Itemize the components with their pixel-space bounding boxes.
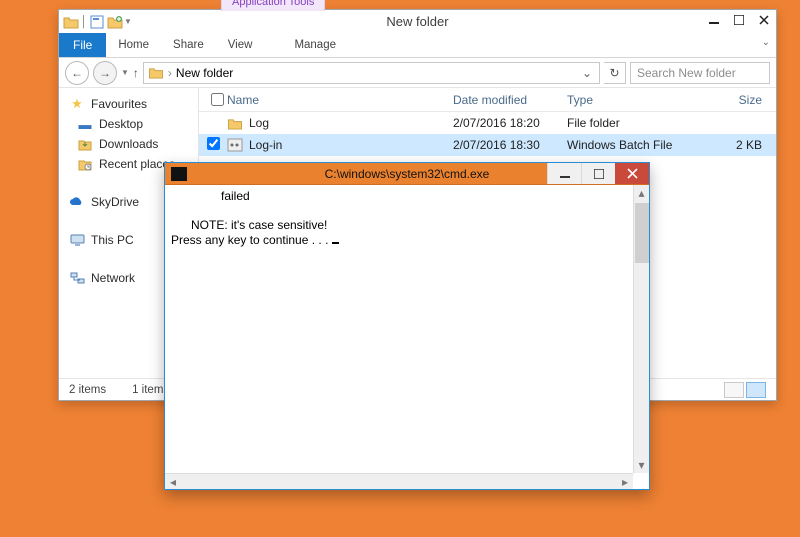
col-type[interactable]: Type: [567, 93, 679, 107]
file-type: File folder: [567, 116, 679, 130]
nav-desktop[interactable]: ▬ Desktop: [63, 114, 194, 134]
status-count: 2 items: [69, 384, 106, 396]
nav-label: Desktop: [99, 117, 143, 131]
nav-label: Network: [91, 271, 135, 285]
network-icon: [69, 270, 85, 286]
cmd-minimize-button[interactable]: [547, 163, 581, 184]
minimize-button[interactable]: [701, 10, 726, 30]
file-date: 2/07/2016 18:20: [453, 116, 567, 130]
computer-icon: [69, 232, 85, 248]
window-title: New folder: [59, 14, 776, 29]
search-placeholder: Search New folder: [637, 66, 736, 80]
scroll-thumb[interactable]: [635, 203, 649, 263]
explorer-title-bar[interactable]: Application Tools │ ▼ New folder: [59, 10, 776, 33]
breadcrumb-current[interactable]: New folder: [176, 66, 233, 80]
cmd-output[interactable]: failed NOTE: it's case sensitive! Press …: [165, 185, 649, 489]
folder-icon: [227, 115, 243, 131]
maximize-button[interactable]: [726, 10, 751, 30]
desktop-icon: ▬: [77, 116, 93, 132]
contextual-tab-label: Application Tools: [221, 0, 325, 11]
file-row[interactable]: Log-in 2/07/2016 18:30 Windows Batch Fil…: [199, 134, 776, 156]
scroll-up-icon[interactable]: ▴: [634, 185, 649, 201]
scroll-right-icon[interactable]: ▸: [617, 475, 633, 489]
qat-separator: │: [81, 15, 87, 29]
file-row[interactable]: Log 2/07/2016 18:20 File folder: [199, 112, 776, 134]
file-name: Log: [249, 116, 269, 130]
forward-button[interactable]: →: [93, 61, 117, 85]
col-name[interactable]: Name: [227, 93, 453, 107]
close-button[interactable]: [751, 10, 776, 30]
address-bar[interactable]: › New folder ⌄: [143, 62, 600, 84]
refresh-button[interactable]: ↻: [604, 62, 626, 84]
tab-share[interactable]: Share: [161, 33, 216, 57]
scroll-down-icon[interactable]: ▾: [634, 457, 649, 473]
col-size[interactable]: Size: [679, 93, 776, 107]
cmd-window: C:\windows\system32\cmd.exe failed NOTE:…: [164, 162, 650, 490]
expand-ribbon-icon[interactable]: ⌄: [762, 37, 770, 48]
select-all-checkbox[interactable]: [211, 93, 224, 106]
star-icon: ★: [69, 96, 85, 112]
cmd-horizontal-scrollbar[interactable]: ◂ ▸: [165, 473, 633, 489]
downloads-icon: [77, 136, 93, 152]
properties-icon[interactable]: [89, 14, 105, 30]
back-button[interactable]: ←: [65, 61, 89, 85]
col-date[interactable]: Date modified: [453, 93, 567, 107]
column-headers: Name Date modified Type Size: [199, 88, 776, 112]
search-input[interactable]: Search New folder: [630, 62, 770, 84]
cmd-cursor: [332, 242, 339, 244]
folder-icon: [63, 14, 79, 30]
batch-file-icon: [227, 137, 243, 153]
cmd-close-button[interactable]: [615, 163, 649, 184]
nav-label: Favourites: [91, 97, 147, 111]
address-dropdown[interactable]: ⌄: [579, 66, 595, 80]
tab-home[interactable]: Home: [106, 33, 161, 57]
new-folder-icon[interactable]: [107, 14, 123, 30]
nav-favourites[interactable]: ★ Favourites: [63, 94, 194, 114]
nav-label: This PC: [91, 233, 134, 247]
tab-file[interactable]: File: [59, 33, 106, 57]
recent-locations-dropdown[interactable]: ▼: [121, 68, 129, 77]
file-type: Windows Batch File: [567, 138, 679, 152]
cmd-line: failed: [171, 189, 250, 203]
cmd-line: NOTE: it's case sensitive!: [171, 218, 327, 232]
tab-view[interactable]: View: [216, 33, 265, 57]
nav-downloads[interactable]: Downloads: [63, 134, 194, 154]
view-details-button[interactable]: [724, 382, 744, 398]
breadcrumb-sep: ›: [168, 66, 172, 80]
cmd-maximize-button[interactable]: [581, 163, 615, 184]
file-date: 2/07/2016 18:30: [453, 138, 567, 152]
up-button[interactable]: ↑: [133, 66, 139, 80]
cmd-icon: [171, 167, 187, 181]
folder-icon: [148, 65, 164, 81]
file-name: Log-in: [249, 138, 282, 152]
view-large-button[interactable]: [746, 382, 766, 398]
quick-access-toolbar: │ ▼: [59, 14, 135, 30]
recent-icon: [77, 156, 93, 172]
ribbon-tabs: File Home Share View Manage ⌄: [59, 33, 776, 58]
row-checkbox[interactable]: [207, 137, 220, 150]
nav-label: SkyDrive: [91, 195, 139, 209]
cmd-line: Press any key to continue . . .: [171, 233, 332, 247]
address-bar-row: ← → ▼ ↑ › New folder ⌄ ↻ Search New fold…: [59, 58, 776, 88]
cmd-title-bar[interactable]: C:\windows\system32\cmd.exe: [165, 163, 649, 185]
cmd-vertical-scrollbar[interactable]: ▴ ▾: [633, 185, 649, 473]
scroll-left-icon[interactable]: ◂: [165, 475, 181, 489]
qat-dropdown[interactable]: ▼: [125, 15, 131, 29]
tab-manage[interactable]: Manage: [282, 33, 348, 57]
nav-label: Downloads: [99, 137, 158, 151]
cloud-icon: [69, 194, 85, 210]
file-size: 2 KB: [679, 138, 776, 152]
